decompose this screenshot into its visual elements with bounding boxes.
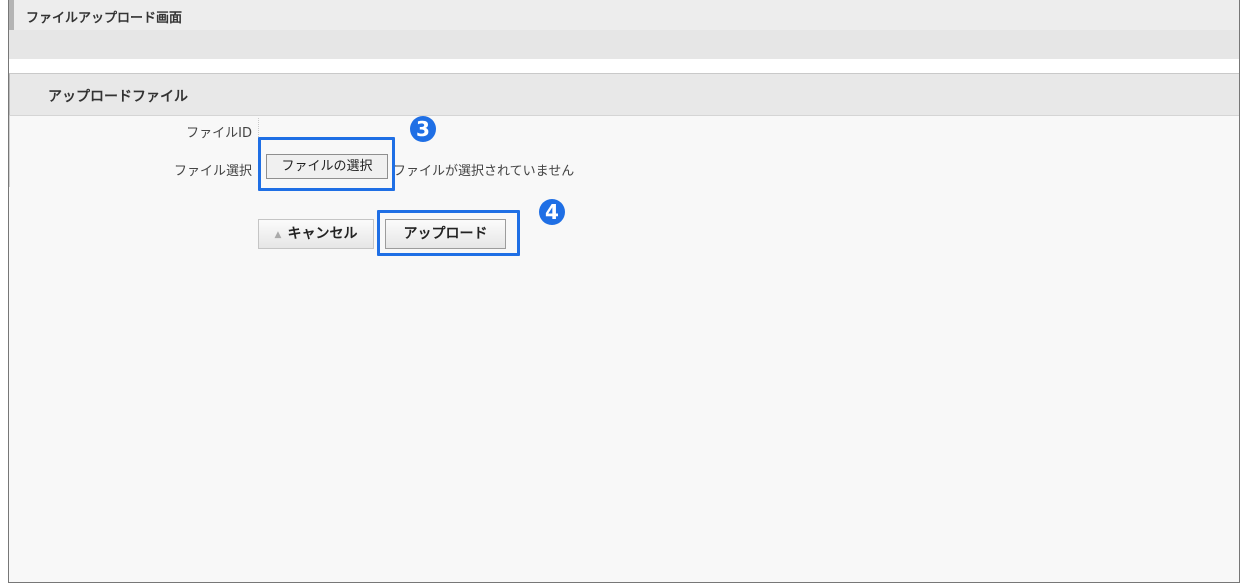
page-title: ファイルアップロード画面 (26, 11, 183, 26)
upload-form: ファイルID ファイル選択 ファイルの選択 ファイルが選択されていません (9, 116, 1239, 187)
cancel-button[interactable]: ▲ キャンセル (258, 219, 374, 249)
file-select-label: ファイル選択 (173, 164, 252, 179)
toolbar-area (9, 30, 1239, 59)
step-4-highlight (377, 210, 520, 256)
section-header: アップロードファイル (9, 73, 1239, 116)
no-file-selected-text: ファイルが選択されていません (393, 164, 575, 179)
step-3-highlight (258, 137, 395, 191)
spacer (9, 59, 1239, 73)
page-title-bar: ファイルアップロード画面 (9, 0, 1239, 30)
section-title: アップロードファイル (48, 89, 188, 105)
caret-up-icon: ▲ (274, 230, 282, 240)
cancel-button-label: キャンセル (287, 226, 358, 242)
file-id-label: ファイルID (186, 126, 252, 141)
step-4-marker: 4 (539, 199, 565, 225)
step-3-marker: 3 (410, 116, 436, 142)
upload-screen: ファイルアップロード画面 アップロードファイル ファイルID ファイル選択 ファ… (8, 0, 1240, 583)
